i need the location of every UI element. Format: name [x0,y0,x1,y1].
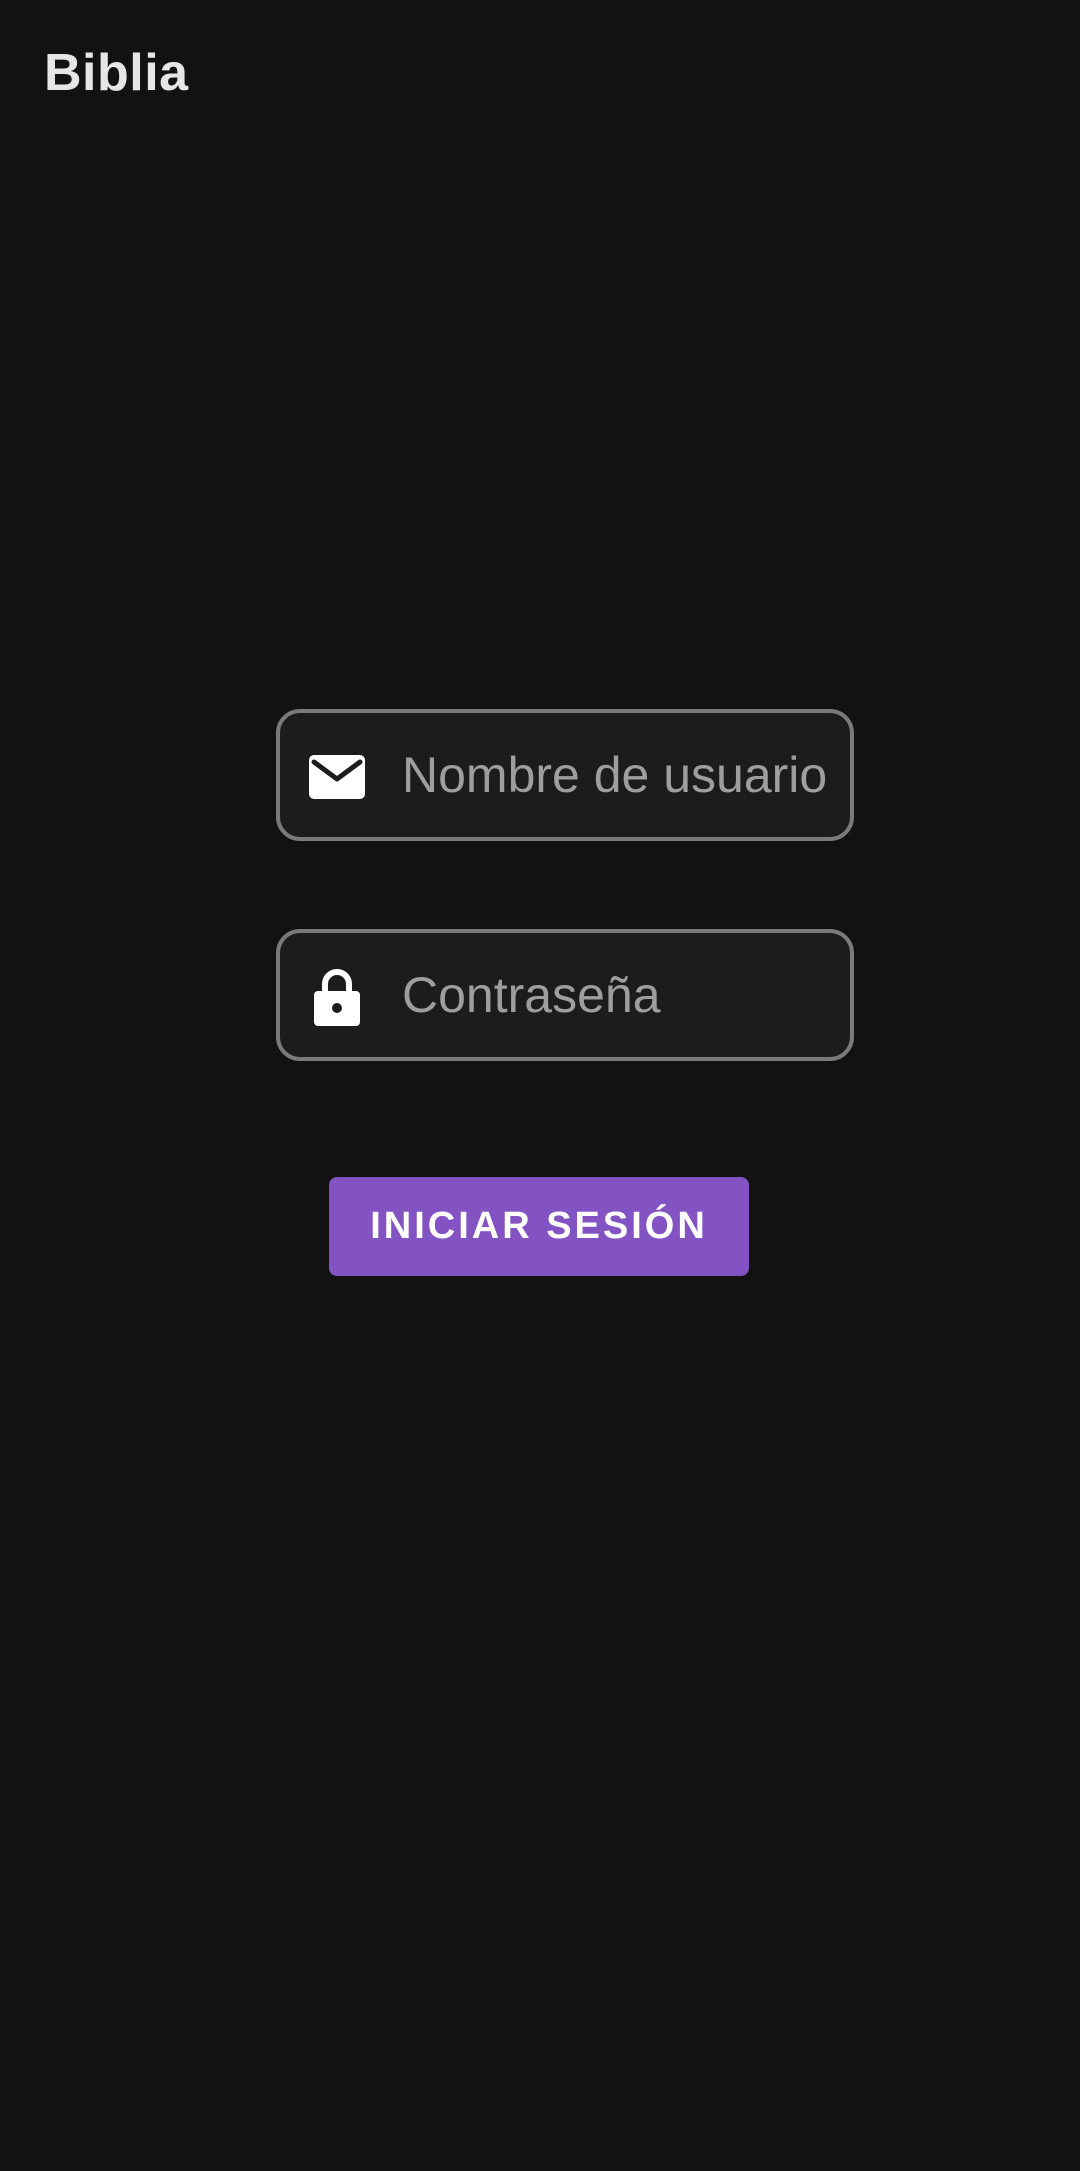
lock-icon [306,966,368,1028]
email-icon [306,746,368,808]
username-field[interactable] [276,709,854,841]
password-input[interactable] [402,933,842,1057]
username-input[interactable] [402,713,842,837]
app-title: Biblia [44,44,189,102]
app-bar: Biblia [0,0,1080,150]
password-field[interactable] [276,929,854,1061]
login-button[interactable]: INICIAR SESIÓN [329,1177,749,1276]
